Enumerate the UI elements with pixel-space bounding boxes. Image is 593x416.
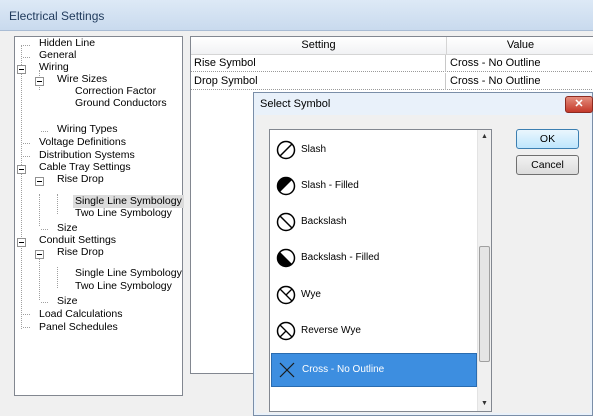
backslash-symbol-icon [276,212,296,232]
tree-line [23,57,30,58]
scroll-down-icon[interactable]: ▼ [481,400,488,407]
symbol-label: Reverse Wye [301,325,361,336]
symbol-item-backslash-filled[interactable]: Backslash - Filled [271,242,477,276]
settings-tree[interactable]: Hidden Line General Wiring Wire Sizes Co… [14,36,184,396]
tree-item-cable-tray-two-line-symbology[interactable]: Two Line Symbology [75,207,172,220]
tree-item-load-calculations[interactable]: Load Calculations [39,308,122,321]
symbol-list[interactable]: Slash Slash - Filled Backslash Backslash… [269,129,492,412]
grid-cell-setting[interactable]: Drop Symbol [191,73,446,90]
cross-no-outline-symbol-icon [279,362,295,378]
ok-button[interactable]: OK [516,129,579,149]
select-symbol-dialog: Select Symbol ✕ Slash Slash - Filled Bac… [253,92,593,416]
tree-item-panel-schedules[interactable]: Panel Schedules [39,321,118,334]
collapse-icon[interactable] [17,238,26,247]
grid-cell-value[interactable]: Cross - No Outline [447,73,593,90]
backslash-filled-symbol-icon [276,248,296,268]
tree-item-ground-conductors[interactable]: Ground Conductors [75,97,167,110]
tree-line [23,143,30,144]
tree-line [39,256,40,300]
tree-line [23,327,30,328]
wye-symbol-icon [276,285,296,305]
symbol-label: Backslash - Filled [301,252,380,263]
symbol-list-scrollbar[interactable]: ▲ ▼ [477,130,491,411]
tree-line [41,229,48,230]
grid-cell-setting[interactable]: Rise Symbol [191,55,446,72]
symbol-item-reverse-wye[interactable]: Reverse Wye [271,315,477,349]
tree-line [23,156,30,157]
tree-item-conduit-single-line-symbology[interactable]: Single Line Symbology [75,267,182,280]
cancel-button[interactable]: Cancel [516,155,579,175]
tree-line [23,314,30,315]
collapse-icon[interactable] [17,65,26,74]
collapse-icon[interactable] [35,77,44,86]
tree-line [23,45,30,46]
tree-line [41,302,48,303]
dialog-body: Slash Slash - Filled Backslash Backslash… [256,115,590,413]
collapse-icon[interactable] [35,177,44,186]
tree-item-wiring-types[interactable]: Wiring Types [57,123,118,136]
symbol-label: Wye [301,289,321,300]
collapse-icon[interactable] [17,165,26,174]
slash-symbol-icon [276,140,296,160]
collapse-icon[interactable] [35,250,44,259]
tree-line [39,194,40,226]
grid-cell-value[interactable]: Cross - No Outline [447,55,593,72]
tree-item-conduit-two-line-symbology[interactable]: Two Line Symbology [75,280,172,293]
symbol-item-slash[interactable]: Slash [271,134,477,168]
symbol-label: Slash [301,144,327,155]
symbol-label: Backslash [301,216,347,227]
window-title: Electrical Settings [9,9,105,23]
window-titlebar: Electrical Settings [0,0,593,31]
scroll-up-icon[interactable]: ▲ [481,133,488,140]
scrollbar-thumb[interactable] [479,246,490,362]
close-button[interactable]: ✕ [565,96,593,113]
symbol-item-wye[interactable]: Wye [271,279,477,313]
symbol-label: Cross - No Outline [302,364,385,375]
tree-line [41,131,48,132]
dialog-title: Select Symbol [260,98,331,110]
tree-item-conduit-rise-drop[interactable]: Rise Drop [57,246,104,259]
tree-line [57,267,58,288]
symbol-item-cross-no-outline[interactable]: Cross - No Outline [271,353,477,387]
tree-item-cable-tray-rise-drop[interactable]: Rise Drop [57,173,104,186]
tree-line [57,194,58,214]
slash-filled-symbol-icon [276,176,296,196]
column-header-value[interactable]: Value [447,37,593,55]
tree-item-voltage-definitions[interactable]: Voltage Definitions [39,136,126,149]
symbol-item-backslash[interactable]: Backslash [271,206,477,240]
symbol-label: Slash - Filled [301,180,359,191]
tree-line [21,45,22,329]
symbol-item-slash-filled[interactable]: Slash - Filled [271,170,477,204]
tree-item-conduit-size[interactable]: Size [57,295,77,308]
reverse-wye-symbol-icon [276,321,296,341]
column-header-setting[interactable]: Setting [191,37,447,55]
